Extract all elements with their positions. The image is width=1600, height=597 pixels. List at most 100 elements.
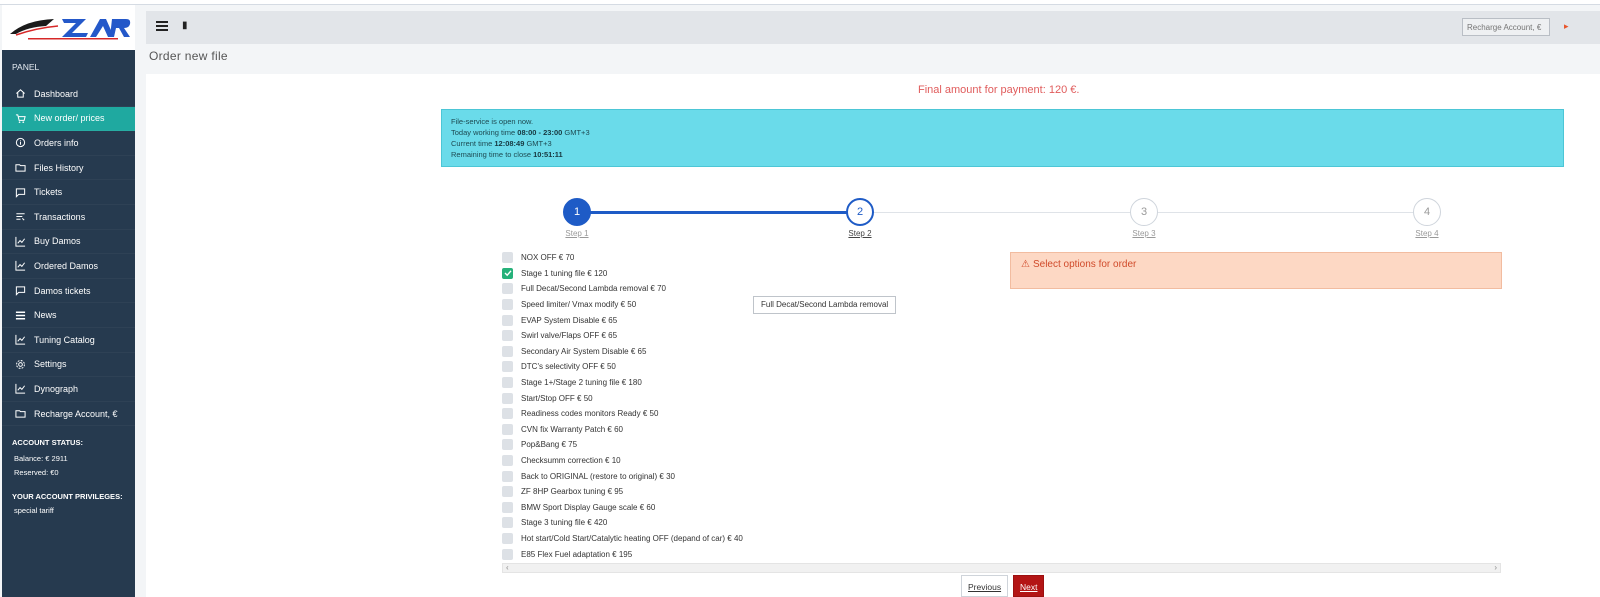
sidebar: PANEL Dashboard New order/ prices Orders…	[2, 5, 135, 597]
sidebar-item-label: Tuning Catalog	[34, 334, 95, 345]
sidebar-item-tuning-catalog[interactable]: Tuning Catalog	[2, 328, 135, 353]
sidebar-item-label: Dynograph	[34, 383, 79, 394]
sidebar-item-damos-tickets[interactable]: Damos tickets	[2, 279, 135, 304]
list-icon	[14, 309, 26, 321]
option-checkbox[interactable]	[502, 548, 513, 560]
step-label[interactable]: Step 1	[553, 229, 601, 238]
option-checkbox[interactable]	[502, 377, 513, 389]
sidebar-item-recharge-account[interactable]: Recharge Account, €	[2, 402, 135, 427]
sidebar-item-new-order[interactable]: New order/ prices	[2, 106, 135, 132]
top-header: ▮ ▸	[146, 11, 1600, 44]
option-checkbox[interactable]	[502, 517, 513, 529]
option-checkbox[interactable]	[502, 532, 513, 544]
option-stage-3[interactable]: Stage 3 tuning file € 420	[502, 515, 802, 531]
option-checkbox[interactable]	[502, 299, 513, 311]
option-e85-flex-fuel[interactable]: E85 Flex Fuel adaptation € 195	[502, 546, 802, 562]
option-checkbox[interactable]	[502, 330, 513, 342]
step-2[interactable]: 2 Step 2	[846, 198, 874, 238]
header-edge-icon[interactable]: ▸	[1564, 21, 1570, 33]
sidebar-item-orders-info[interactable]: Orders info	[2, 131, 135, 156]
scroll-left-icon[interactable]: ‹	[506, 563, 509, 572]
sidebar-item-label: Settings	[34, 359, 67, 370]
option-cvn-fix[interactable]: CVN fix Warranty Patch € 60	[502, 422, 802, 438]
option-readiness-codes[interactable]: Readiness codes monitors Ready € 50	[502, 406, 802, 422]
account-privileges-label: YOUR ACCOUNT PRIVILEGES:	[12, 492, 123, 502]
option-full-decat[interactable]: Full Decat/Second Lambda removal € 70	[502, 281, 802, 297]
recharge-account-input[interactable]	[1462, 18, 1550, 36]
chart-icon	[14, 383, 26, 395]
remaining-time: Remaining time to close 10:51:11	[451, 150, 563, 159]
option-swirl-valve[interactable]: Swirl valve/Flaps OFF € 65	[502, 328, 802, 344]
option-checkbox[interactable]	[502, 283, 513, 295]
sidebar-item-label: News	[34, 310, 57, 321]
previous-button[interactable]: Previous	[961, 575, 1009, 597]
option-stage-2[interactable]: Stage 1+/Stage 2 tuning file € 180	[502, 375, 802, 391]
page-title: Order new file	[149, 49, 228, 63]
option-checkbox[interactable]	[502, 470, 513, 482]
sidebar-item-dashboard[interactable]: Dashboard	[2, 82, 135, 107]
sidebar-item-transactions[interactable]: Transactions	[2, 205, 135, 230]
option-checkbox[interactable]	[502, 345, 513, 357]
option-zf-gearbox[interactable]: ZF 8HP Gearbox tuning € 95	[502, 484, 802, 500]
option-checkbox[interactable]	[502, 361, 513, 373]
service-info-box: File-service is open now. Today working …	[441, 109, 1564, 167]
option-start-stop[interactable]: Start/Stop OFF € 50	[502, 390, 802, 406]
sidebar-item-settings[interactable]: Settings	[2, 353, 135, 378]
option-hot-cold-start[interactable]: Hot start/Cold Start/Catalytic heating O…	[502, 531, 802, 547]
option-checkbox[interactable]	[502, 408, 513, 420]
account-reserved: Reserved: €0	[14, 468, 59, 478]
sidebar-item-files-history[interactable]: Files History	[2, 156, 135, 181]
sidebar-item-buy-damos[interactable]: Buy Damos	[2, 230, 135, 255]
sidebar-item-tickets[interactable]: Tickets	[2, 180, 135, 205]
option-checksumm[interactable]: Checksumm correction € 10	[502, 453, 802, 469]
option-checkbox[interactable]	[502, 486, 513, 498]
option-stage-1[interactable]: Stage 1 tuning file € 120	[502, 266, 802, 282]
sidebar-item-ordered-damos[interactable]: Ordered Damos	[2, 254, 135, 279]
step-label[interactable]: Step 2	[836, 229, 884, 238]
step-4[interactable]: 4 Step 4	[1413, 198, 1441, 238]
bookmark-icon[interactable]: ▮	[182, 20, 188, 31]
option-checkbox[interactable]	[502, 455, 513, 467]
logo[interactable]	[2, 5, 135, 50]
transactions-icon	[14, 211, 26, 223]
gear-icon	[14, 358, 26, 370]
sidebar-item-label: Tickets	[34, 187, 63, 198]
horizontal-scrollbar[interactable]: ‹ ›	[502, 563, 1501, 573]
sidebar-item-label: New order/ prices	[34, 113, 105, 124]
step-1[interactable]: 1 Step 1	[563, 198, 591, 238]
scroll-right-icon[interactable]: ›	[1494, 563, 1497, 572]
sidebar-item-dynograph[interactable]: Dynograph	[2, 377, 135, 402]
option-dtc-selectivity[interactable]: DTC's selectivity OFF € 50	[502, 359, 802, 375]
logo-graphic	[9, 18, 130, 39]
alert-text: Select options for order	[1032, 259, 1137, 270]
step-label[interactable]: Step 3	[1120, 229, 1168, 238]
option-checkbox[interactable]	[502, 252, 513, 264]
option-checkbox[interactable]	[502, 267, 513, 279]
sidebar-item-label: Files History	[34, 162, 84, 173]
hamburger-menu-icon[interactable]	[156, 21, 168, 31]
option-checkbox[interactable]	[502, 314, 513, 326]
option-checkbox[interactable]	[502, 392, 513, 404]
step-3[interactable]: 3 Step 3	[1130, 198, 1158, 238]
checkmark-icon	[504, 270, 512, 277]
option-evap[interactable]: EVAP System Disable € 65	[502, 312, 802, 328]
cart-icon	[14, 112, 26, 124]
final-amount: Final amount for payment: 120 €.	[918, 84, 1080, 96]
option-nox-off[interactable]: NOX OFF € 70	[502, 250, 802, 266]
account-status-label: ACCOUNT STATUS:	[12, 438, 83, 448]
chart-icon	[14, 334, 26, 346]
step-label[interactable]: Step 4	[1403, 229, 1451, 238]
option-checkbox[interactable]	[502, 501, 513, 513]
option-checkbox[interactable]	[502, 439, 513, 451]
next-button[interactable]: Next	[1013, 575, 1045, 597]
account-privilege: special tariff	[14, 506, 54, 516]
option-back-to-original[interactable]: Back to ORIGINAL (restore to original) €…	[502, 468, 802, 484]
option-pop-bang[interactable]: Pop&Bang € 75	[502, 437, 802, 453]
option-bmw-gauge[interactable]: BMW Sport Display Gauge scale € 60	[502, 500, 802, 516]
sidebar-item-news[interactable]: News	[2, 303, 135, 328]
option-secondary-air[interactable]: Secondary Air System Disable € 65	[502, 344, 802, 360]
top-strip	[0, 0, 1600, 5]
sidebar-item-label: Recharge Account, €	[34, 408, 118, 419]
info-icon	[14, 137, 26, 149]
option-checkbox[interactable]	[502, 423, 513, 435]
